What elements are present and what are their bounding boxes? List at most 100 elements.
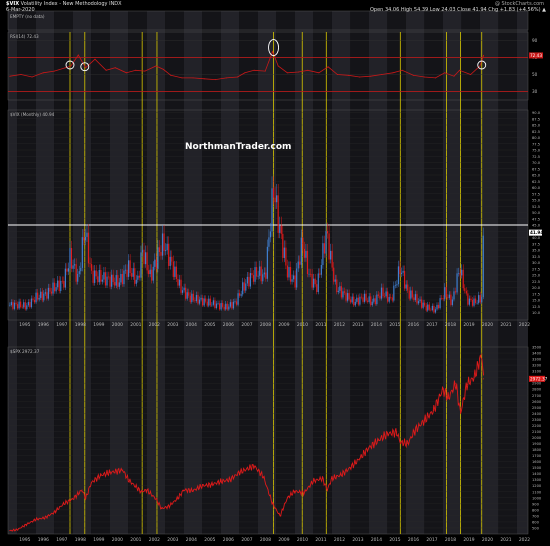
rsi-point — [181, 77, 183, 79]
vix-tick-label: 37.5 — [532, 242, 540, 246]
spx-tick-label: 2100 — [532, 430, 542, 434]
vix-candle-body — [232, 301, 235, 309]
spx-point — [399, 441, 401, 443]
x-tick-label-lower: 2010 — [297, 537, 308, 543]
vix-candle-body — [396, 284, 398, 286]
spx-point — [326, 489, 328, 491]
vix-candle-body — [370, 296, 372, 306]
spx-tick-label: 1000 — [532, 496, 542, 500]
vix-candle-body — [154, 259, 156, 267]
vix-candle-body — [246, 276, 248, 284]
rsi-point — [470, 74, 472, 75]
rsi-point — [307, 69, 309, 71]
vix-candle-body — [405, 284, 407, 289]
spx-tick-label: 3400 — [532, 352, 542, 356]
vix-candle-body — [177, 279, 179, 286]
x-tick-label-upper: 2010 — [297, 322, 308, 328]
vix-tick-label: 47.5 — [532, 217, 540, 221]
rsi-tick-label: 50 — [532, 72, 538, 77]
vix-candle-body — [319, 273, 321, 275]
vix-candle-body — [308, 273, 310, 275]
vix-tick-label: 32.5 — [532, 255, 540, 259]
x-tick-label-upper: 2022 — [519, 322, 530, 328]
vix-candle-body — [13, 302, 16, 309]
vix-candle-body — [126, 269, 128, 277]
vix-candle-body — [97, 276, 99, 283]
vix-candle-body — [383, 296, 386, 297]
vix-panel-label: $VIX (Monthly) 40.94 — [10, 112, 55, 117]
vix-candle-body — [188, 292, 190, 296]
rsi-point — [336, 74, 338, 75]
vix-tick-label: 25.0 — [532, 274, 541, 278]
rsi-point — [434, 77, 436, 79]
vix-candle-body — [340, 286, 343, 298]
vix-tick-label: 27.5 — [532, 267, 540, 271]
x-tick-label-lower: 2009 — [278, 537, 289, 543]
rsi-point — [392, 72, 394, 74]
vix-candle-body — [299, 261, 301, 265]
vix-candle-body — [229, 302, 231, 307]
x-tick-label-upper: 2001 — [130, 322, 141, 328]
vix-candle-body — [266, 246, 268, 279]
vix-candle-body — [203, 298, 205, 306]
vix-candle-body — [416, 294, 418, 304]
vix-candle-body — [362, 297, 364, 302]
vix-candle-body — [471, 300, 474, 306]
vix-candle-body — [208, 298, 210, 306]
spx-tick-label: 1700 — [532, 454, 542, 458]
spx-tick-label: 500 — [532, 526, 540, 530]
vix-candle-body — [104, 272, 107, 286]
vix-candle-body — [269, 231, 272, 238]
vix-candle-body — [400, 272, 403, 274]
vix-candle-body — [127, 260, 130, 277]
vix-last-value: 41.94 — [530, 230, 543, 235]
vix-candle-body — [481, 297, 483, 303]
rsi-point — [253, 69, 255, 71]
vix-candle-body — [12, 302, 14, 309]
spx-point — [81, 489, 83, 491]
vix-candle-body — [357, 297, 359, 305]
vix-candle-body — [58, 280, 60, 291]
spx-tick-label: 2900 — [532, 382, 542, 386]
vix-candle-body — [55, 287, 57, 292]
vix-candle-body — [350, 299, 352, 303]
x-tick-label-upper: 2015 — [389, 322, 400, 328]
vix-candle-body — [15, 302, 17, 305]
spx-point — [396, 431, 398, 433]
spx-point — [303, 492, 305, 494]
rsi-point — [479, 65, 481, 67]
vix-candle-body — [181, 290, 184, 293]
vix-tick-label: 65.0 — [532, 174, 541, 178]
vix-candle-body — [425, 305, 427, 311]
vix-candle-body — [331, 250, 333, 268]
vix-candle-body — [121, 274, 124, 285]
spx-point — [63, 503, 65, 505]
empty-panel-label: EMPTY (no data) — [10, 14, 45, 19]
vix-candle-body — [234, 301, 236, 303]
vix-candle-body — [265, 272, 267, 279]
spx-tick-label: 2200 — [532, 424, 542, 428]
x-tick-label-lower: 1998 — [75, 537, 86, 543]
rsi-point — [370, 75, 372, 77]
vix-candle-body — [257, 275, 259, 277]
spx-point — [16, 529, 18, 531]
vix-candle-body — [317, 273, 319, 293]
spx-point — [253, 465, 255, 467]
x-tick-label-upper: 1997 — [56, 322, 67, 328]
spx-tick-label: 1200 — [532, 484, 542, 488]
vix-candle-body — [166, 243, 168, 251]
rsi-point — [298, 71, 300, 73]
rsi-point — [162, 68, 164, 70]
x-tick-label-upper: 2013 — [352, 322, 363, 328]
vix-candle-body — [175, 266, 177, 280]
vix-candle-body — [64, 268, 66, 288]
x-tick-label-lower: 2019 — [463, 537, 474, 543]
rsi-point — [244, 72, 246, 74]
vix-candle-body — [303, 248, 305, 258]
vix-candle-body — [404, 270, 406, 289]
rsi-point — [114, 67, 116, 69]
vix-candle-body — [103, 272, 105, 280]
vix-candle-body — [316, 284, 318, 293]
spx-point — [414, 429, 416, 431]
vix-candle-body — [9, 305, 11, 306]
